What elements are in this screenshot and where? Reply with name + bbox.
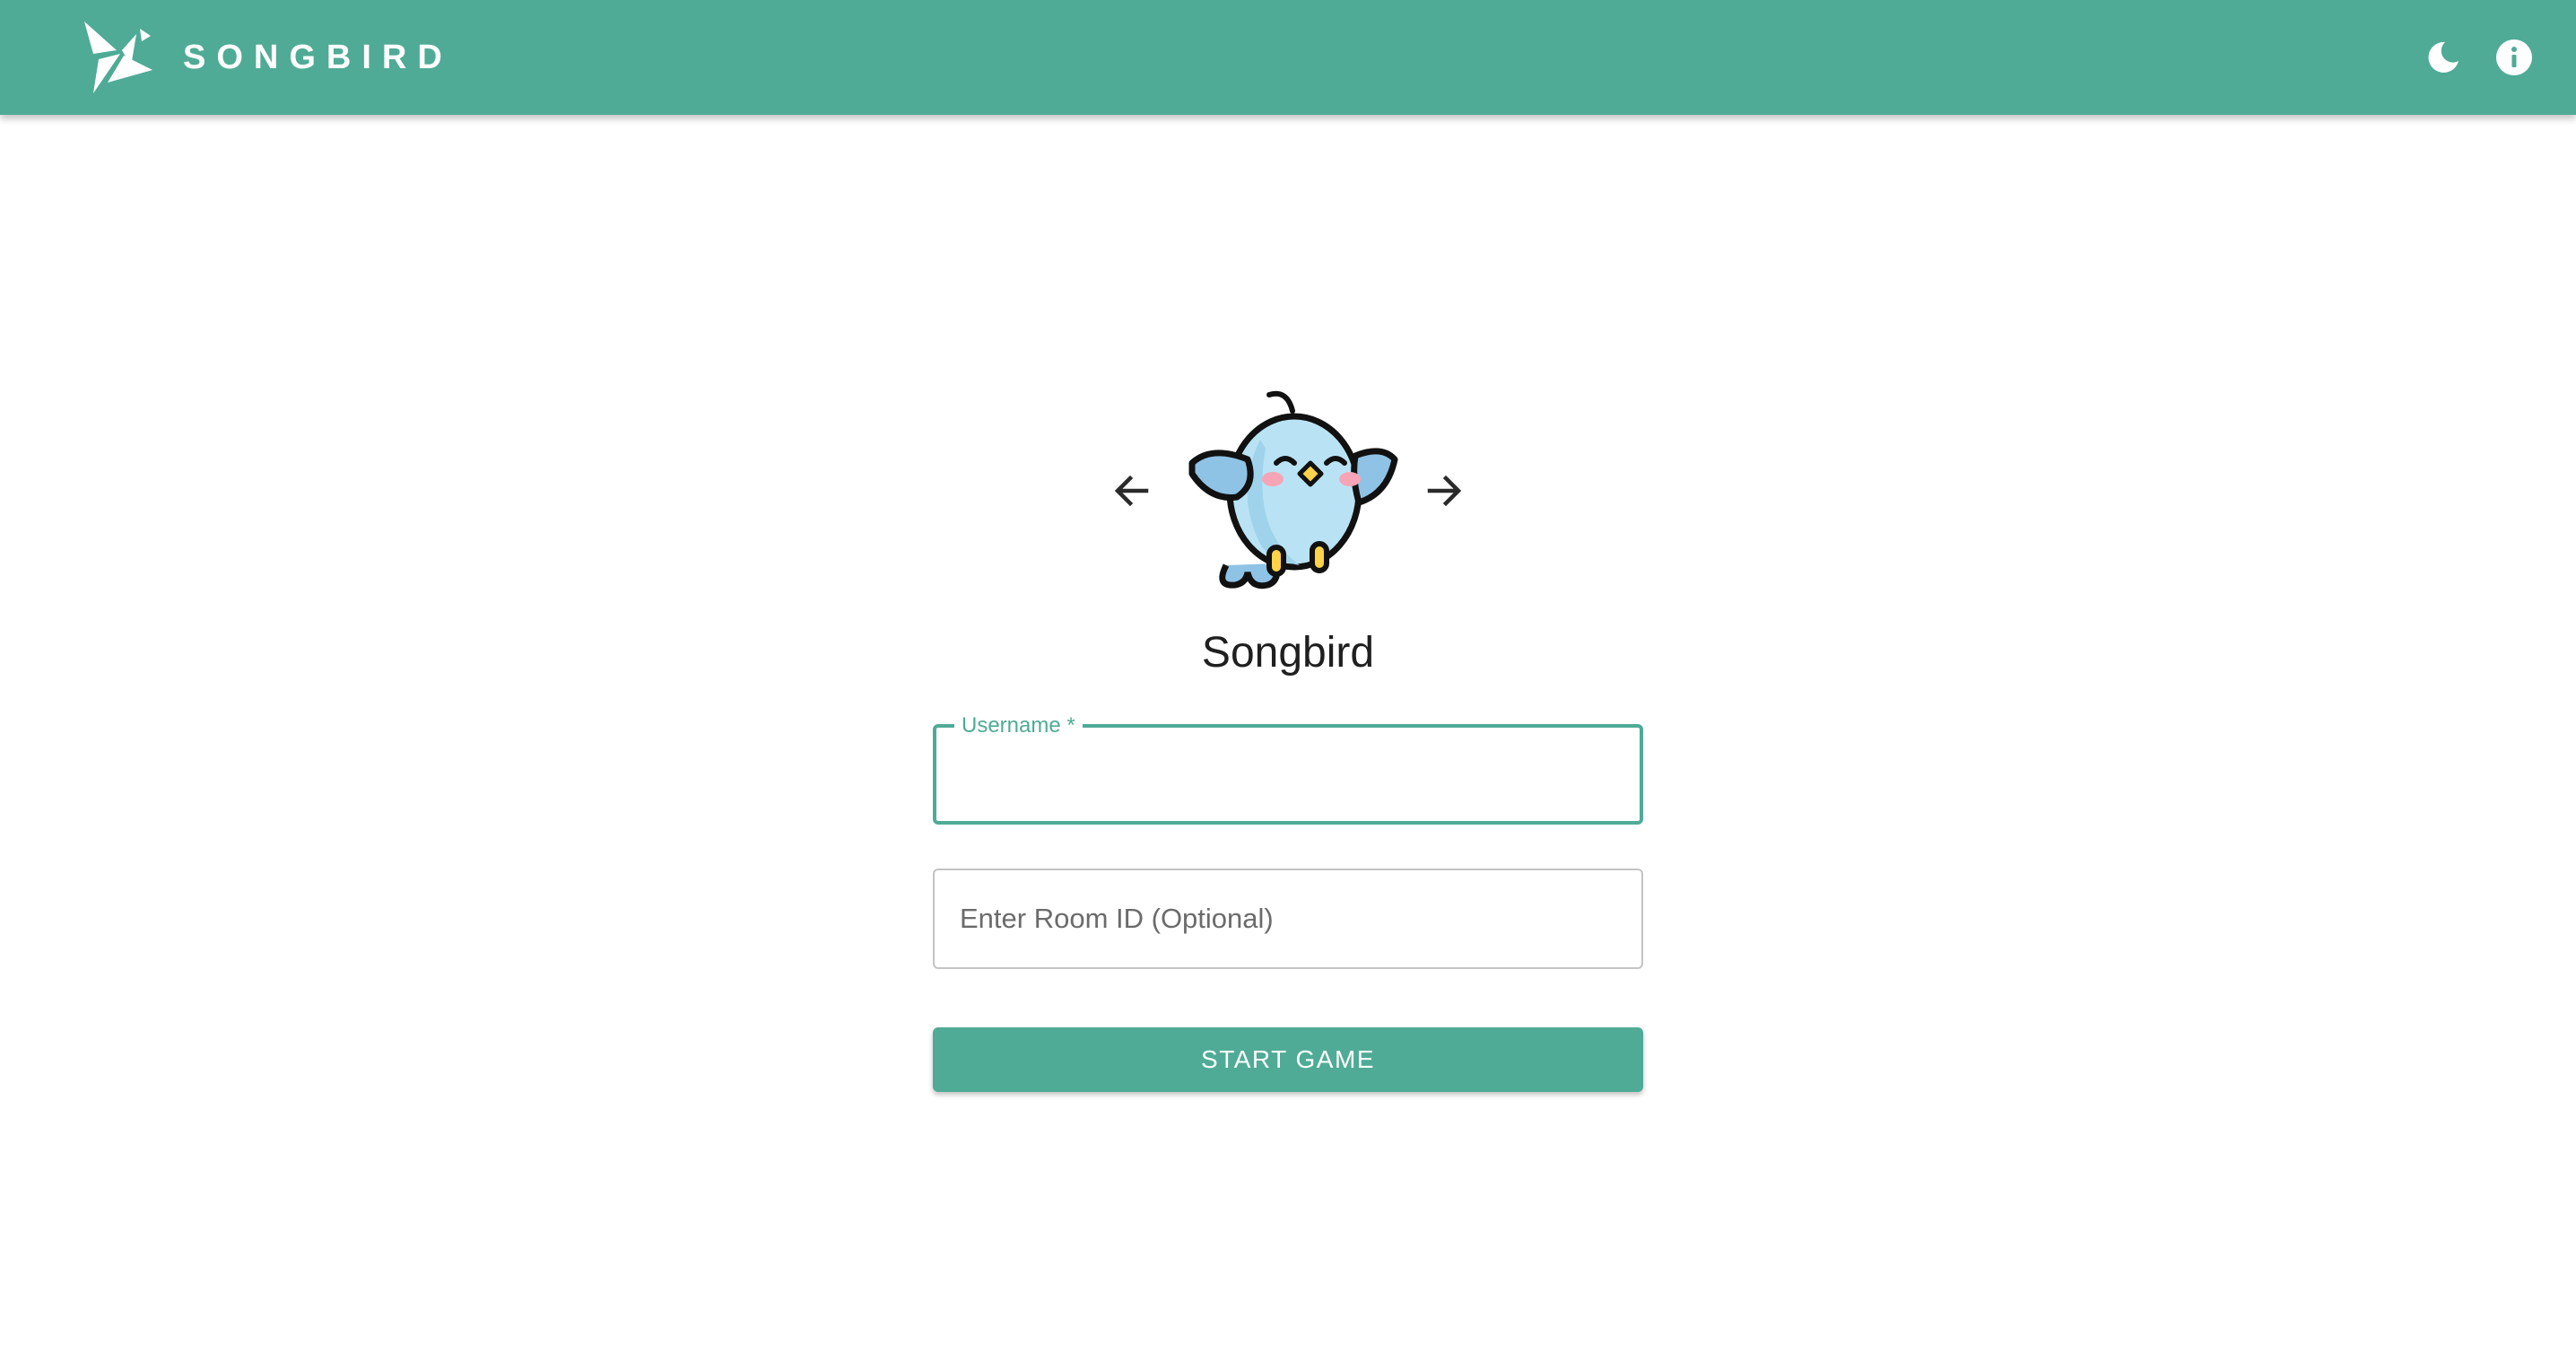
- username-field[interactable]: Username *: [933, 713, 1643, 825]
- room-id-input[interactable]: [935, 870, 1641, 967]
- brand-title: SONGBIRD: [183, 39, 453, 76]
- arrow-right-icon: [1427, 475, 1462, 507]
- room-id-field[interactable]: [933, 869, 1643, 969]
- dark-mode-toggle[interactable]: [2418, 32, 2468, 83]
- start-game-button[interactable]: START GAME: [933, 1027, 1643, 1092]
- username-input[interactable]: [936, 728, 1640, 821]
- origami-bird-icon: [84, 22, 152, 93]
- info-button[interactable]: [2489, 32, 2539, 83]
- top-app-bar: SONGBIRD: [0, 0, 2576, 115]
- previous-avatar-button[interactable]: [1103, 462, 1161, 520]
- info-icon: [2496, 39, 2532, 75]
- login-panel: Songbird Username * START GAME: [933, 0, 1643, 1371]
- bird-avatar-icon: [1188, 390, 1398, 589]
- next-avatar-button[interactable]: [1415, 462, 1473, 520]
- moon-icon: [2428, 41, 2459, 73]
- page-title: Songbird: [1201, 629, 1375, 677]
- arrow-left-icon: [1114, 475, 1149, 507]
